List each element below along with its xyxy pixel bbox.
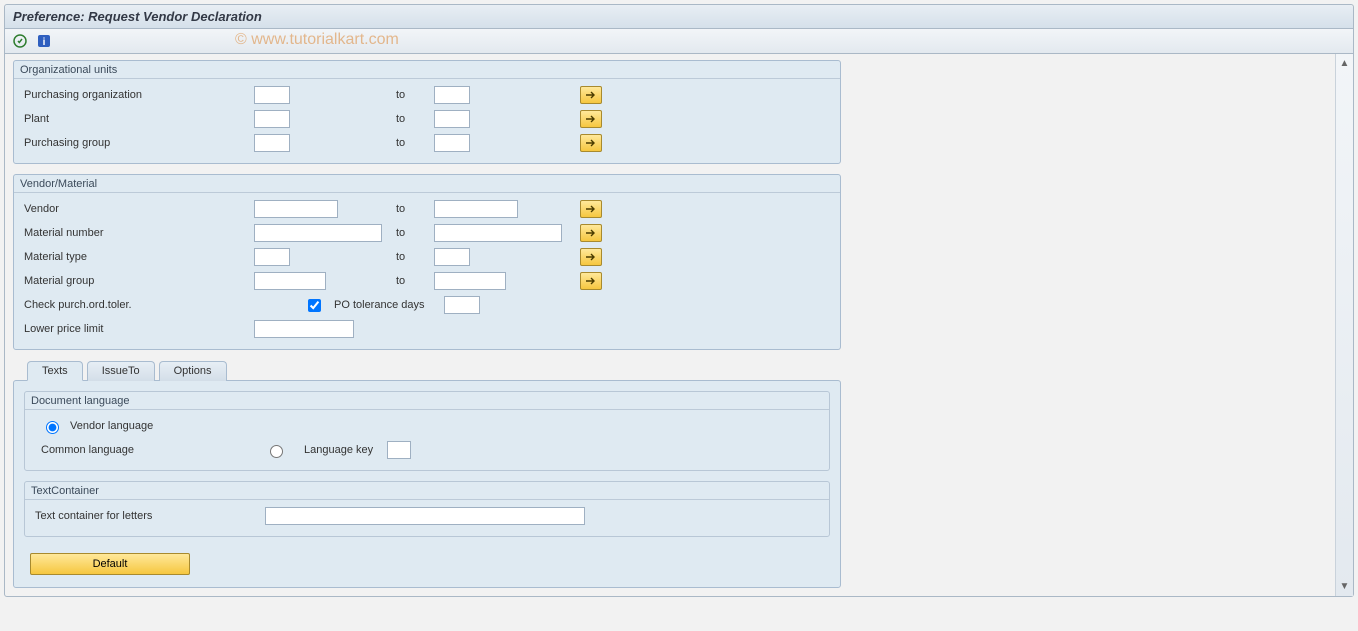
group-title-org: Organizational units — [14, 61, 840, 79]
multiselect-button[interactable] — [580, 134, 602, 152]
input-lower-price[interactable] — [254, 320, 354, 338]
multiselect-button[interactable] — [580, 86, 602, 104]
input-vendor-from[interactable] — [254, 200, 338, 218]
input-material-group-to[interactable] — [434, 272, 506, 290]
input-plant-from[interactable] — [254, 110, 290, 128]
label-material-no: Material number — [24, 227, 254, 239]
scroll-down-icon[interactable]: ▼ — [1340, 581, 1350, 592]
tab-issueto[interactable]: IssueTo — [87, 361, 155, 381]
group-title-doclang: Document language — [25, 392, 829, 410]
label-to: to — [394, 227, 434, 239]
multiselect-button[interactable] — [580, 200, 602, 218]
label-material-type: Material type — [24, 251, 254, 263]
input-material-type-from[interactable] — [254, 248, 290, 266]
radio-vendor-language[interactable] — [46, 421, 59, 434]
label-vendor: Vendor — [24, 203, 254, 215]
label-purch-org: Purchasing organization — [24, 89, 254, 101]
input-vendor-to[interactable] — [434, 200, 518, 218]
info-icon[interactable]: i — [35, 32, 53, 50]
label-to: to — [394, 137, 434, 149]
label-common-language: Common language — [41, 444, 265, 456]
group-doc-language: Document language Vendor language Common… — [24, 391, 830, 471]
input-language-key[interactable] — [387, 441, 411, 459]
multiselect-button[interactable] — [580, 272, 602, 290]
label-to: to — [394, 203, 434, 215]
execute-icon[interactable] — [11, 32, 29, 50]
label-to: to — [394, 251, 434, 263]
page-title: Preference: Request Vendor Declaration — [5, 5, 1353, 29]
input-material-type-to[interactable] — [434, 248, 470, 266]
input-material-no-from[interactable] — [254, 224, 382, 242]
input-purch-org-from[interactable] — [254, 86, 290, 104]
label-material-group: Material group — [24, 275, 254, 287]
group-title-textcontainer: TextContainer — [25, 482, 829, 500]
group-vendor-material: Vendor/Material Vendor to Material numbe… — [13, 174, 841, 350]
default-button[interactable]: Default — [30, 553, 190, 575]
input-po-tol-days[interactable] — [444, 296, 480, 314]
radio-common-language[interactable] — [270, 445, 283, 458]
group-org-units: Organizational units Purchasing organiza… — [13, 60, 841, 164]
tab-strip: Texts IssueTo Options — [27, 361, 1327, 381]
watermark: © www.tutorialkart.com — [235, 31, 399, 49]
input-purch-org-to[interactable] — [434, 86, 470, 104]
vertical-scroll[interactable]: ▲ ▼ — [1335, 54, 1353, 596]
input-purch-group-to[interactable] — [434, 134, 470, 152]
input-text-container-letters[interactable] — [265, 507, 585, 525]
multiselect-button[interactable] — [580, 224, 602, 242]
toolbar: i © www.tutorialkart.com — [5, 29, 1353, 54]
multiselect-button[interactable] — [580, 248, 602, 266]
label-purch-group: Purchasing group — [24, 137, 254, 149]
tab-texts[interactable]: Texts — [27, 361, 83, 381]
label-check-po-toler: Check purch.ord.toler. — [24, 299, 254, 311]
label-po-tol-days: PO tolerance days — [284, 299, 444, 311]
label-to: to — [394, 113, 434, 125]
svg-text:i: i — [43, 37, 46, 48]
label-plant: Plant — [24, 113, 254, 125]
multiselect-button[interactable] — [580, 110, 602, 128]
scroll-up-icon[interactable]: ▲ — [1340, 58, 1350, 69]
content-area: Organizational units Purchasing organiza… — [5, 54, 1335, 596]
group-text-container: TextContainer Text container for letters — [24, 481, 830, 537]
label-vendor-language: Vendor language — [70, 420, 153, 432]
label-language-key: Language key — [304, 444, 373, 456]
input-material-no-to[interactable] — [434, 224, 562, 242]
input-material-group-from[interactable] — [254, 272, 326, 290]
group-title-vend: Vendor/Material — [14, 175, 840, 193]
label-to: to — [394, 89, 434, 101]
input-plant-to[interactable] — [434, 110, 470, 128]
label-text-container-letters: Text container for letters — [35, 510, 265, 522]
input-purch-group-from[interactable] — [254, 134, 290, 152]
app-window: Preference: Request Vendor Declaration i… — [4, 4, 1354, 597]
label-to: to — [394, 275, 434, 287]
label-lower-price: Lower price limit — [24, 323, 254, 335]
tab-options[interactable]: Options — [159, 361, 227, 381]
tab-body-texts: Document language Vendor language Common… — [13, 380, 841, 588]
